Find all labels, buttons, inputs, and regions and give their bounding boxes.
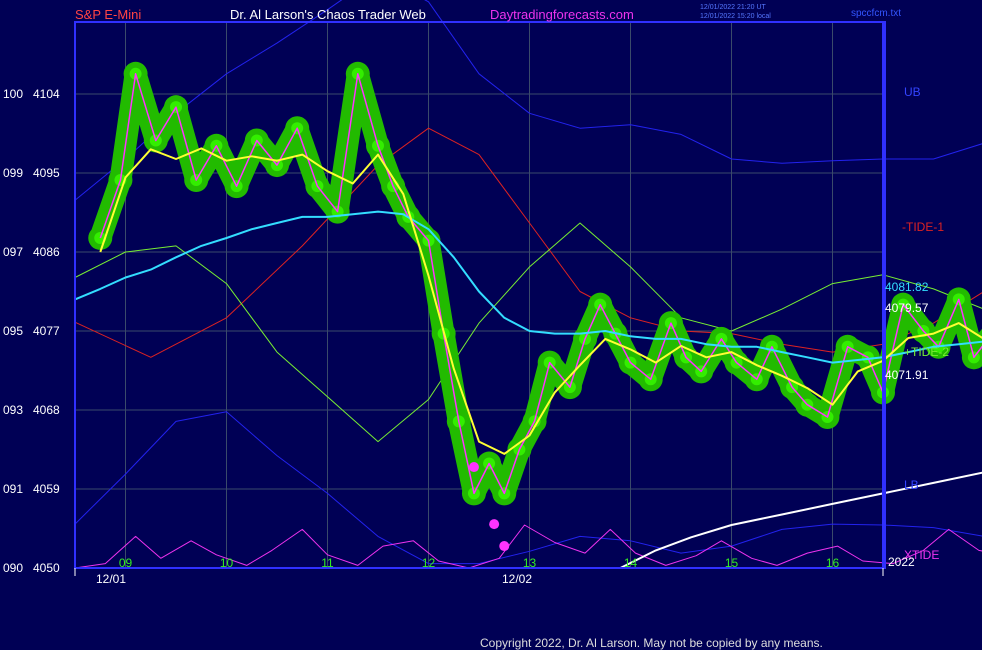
x-axis-tick-label: 16 [826,556,840,570]
timestamp-local: 12/01/2022 15:20 local [700,13,771,20]
grid-lines [75,22,885,569]
ema-fast-value: 4079.57 [885,301,929,315]
symbol-label: S&P E-Mini [75,7,141,22]
x-axis-tick-label: 14 [624,556,638,570]
tide2-label: +TIDE-2 [904,345,949,359]
left-axis-price: 4086 [33,245,60,259]
left-axis-price: 4077 [33,324,60,338]
left-axis-price: 4050 [33,561,60,575]
left-axis-price: 4095 [33,166,60,180]
highlight-marker [489,519,500,530]
x-axis-tick-label: 10 [220,556,234,570]
left-axis-label: 100 [3,87,23,101]
left-axis-label: 090 [3,561,23,575]
lb-label: LB [904,478,919,492]
left-axis-label: 093 [3,403,23,417]
site-label[interactable]: Daytradingforecasts.com [490,7,634,22]
x-axis-tick-label: 09 [119,556,133,570]
left-axis-price: 4068 [33,403,60,417]
x-axis-tick-label: 11 [321,556,334,570]
left-axis-label: 099 [3,166,23,180]
filename-label: spccfcm.txt [851,8,901,19]
copyright: Copyright 2022, Dr. Al Larson. May not b… [480,636,823,650]
highlight-marker [499,541,510,552]
long-average-value: 4071.91 [885,368,929,382]
left-axis-label: 095 [3,324,23,338]
timestamp-utc: 12/01/2022 21:20 UT [700,4,766,11]
x-axis-tick-label: 12 [422,556,436,570]
x-axis-tick-label: 15 [725,556,739,570]
ub-label: UB [904,85,921,99]
date-label-2: 12/02 [502,572,532,586]
left-axis-label: 097 [3,245,23,259]
date-label-1: 12/01 [96,572,126,586]
left-axis-price: 4104 [33,87,60,101]
left-axis-label: 091 [3,482,23,496]
left-axis-price: 4059 [33,482,60,496]
ema-slow-value: 4081.82 [885,280,929,294]
year-label: 2022 [888,555,915,569]
x-axis-tick-label: 13 [523,556,537,570]
price-chart: 100 4104099 4095097 4086095 4077093 4068091 40… [3,0,982,650]
tide1-label: -TIDE-1 [902,220,944,234]
highlight-marker [468,462,479,473]
price-halo [88,61,982,506]
chart-title: Dr. Al Larson's Chaos Trader Web [230,7,426,22]
